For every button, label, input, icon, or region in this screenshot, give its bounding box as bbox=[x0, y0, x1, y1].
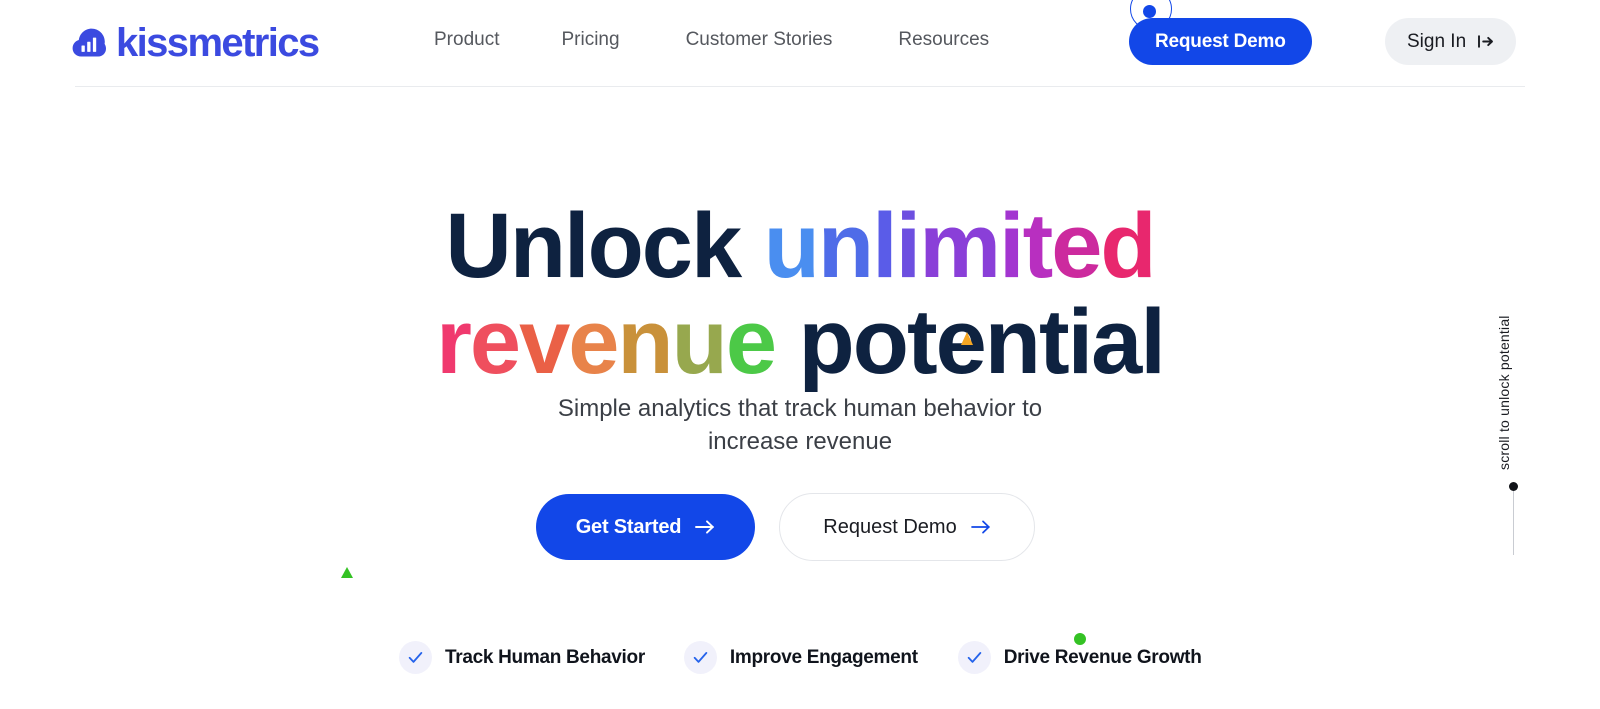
scroll-hint-label: scroll to unlock potential bbox=[1496, 315, 1512, 470]
page-title: Unlock unlimited revenue potential bbox=[0, 198, 1600, 390]
headline-char: i bbox=[1067, 291, 1094, 393]
feature-highlights: Track Human Behavior Improve Engagement … bbox=[399, 641, 1202, 674]
nav-item-customer-stories[interactable]: Customer Stories bbox=[686, 29, 833, 51]
hero-request-demo-label: Request Demo bbox=[823, 515, 957, 538]
subheading-line-1: Simple analytics that track human behavi… bbox=[557, 395, 1043, 422]
headline-char: e bbox=[1051, 195, 1102, 297]
headline-char: U bbox=[445, 195, 511, 297]
headline-char: l bbox=[1140, 291, 1166, 393]
headline-char: e bbox=[469, 291, 521, 393]
headline-char: i bbox=[999, 195, 1025, 297]
headline-char: i bbox=[895, 195, 922, 297]
nav-item-resources[interactable]: Resources bbox=[898, 29, 989, 51]
scroll-hint-line bbox=[1513, 491, 1514, 555]
hero-request-demo-button[interactable]: Request Demo bbox=[779, 493, 1035, 561]
headline-char: n bbox=[509, 195, 566, 297]
orange-triangle-decoration bbox=[961, 332, 973, 345]
arrow-right-icon bbox=[970, 519, 991, 535]
headline-char: r bbox=[436, 291, 472, 393]
headline-char: l bbox=[872, 195, 898, 297]
headline-char: o bbox=[587, 195, 644, 297]
headline-char: m bbox=[919, 195, 1001, 297]
cta-button-row: Get Started Request Demo bbox=[536, 493, 1035, 561]
headline-char: a bbox=[1091, 291, 1142, 393]
headline-char: v bbox=[519, 291, 570, 393]
nav-item-pricing[interactable]: Pricing bbox=[561, 29, 619, 51]
headline-char: p bbox=[798, 291, 855, 393]
brand-name: kissmetrics bbox=[116, 21, 320, 65]
sign-in-button[interactable]: Sign In bbox=[1385, 18, 1517, 65]
check-icon bbox=[399, 641, 432, 674]
landing-page: kissmetrics Product Pricing Customer Sto… bbox=[0, 0, 1600, 709]
green-triangle-decoration bbox=[341, 567, 353, 578]
headline-char: c bbox=[641, 195, 693, 297]
feature-label: Improve Engagement bbox=[729, 646, 918, 668]
headline-char: k bbox=[690, 195, 742, 297]
arrow-right-icon bbox=[695, 519, 715, 535]
headline-char: u bbox=[763, 195, 820, 297]
site-header: kissmetrics Product Pricing Customer Sto… bbox=[0, 0, 1600, 87]
header-divider bbox=[75, 86, 1525, 87]
headline-char bbox=[775, 291, 799, 393]
headline-char bbox=[740, 195, 764, 297]
header-request-demo-button[interactable]: Request Demo bbox=[1129, 18, 1312, 65]
main-navigation: Product Pricing Customer Stories Resourc… bbox=[434, 29, 989, 51]
headline-char: l bbox=[564, 195, 590, 297]
headline-char: u bbox=[671, 291, 728, 393]
headline-char: n bbox=[984, 291, 1041, 393]
get-started-button[interactable]: Get Started bbox=[536, 494, 755, 560]
headline-char: d bbox=[1100, 195, 1156, 297]
scroll-hint-dot bbox=[1509, 482, 1518, 491]
scroll-hint: scroll to unlock potential bbox=[1496, 285, 1536, 560]
nav-item-product[interactable]: Product bbox=[434, 29, 499, 51]
check-icon bbox=[683, 641, 717, 674]
headline-char: e bbox=[725, 291, 777, 393]
get-started-label: Get Started bbox=[575, 515, 682, 538]
headline-line-2: revenue potential bbox=[0, 294, 1600, 390]
headline-char: t bbox=[1038, 291, 1070, 393]
headline-char: t bbox=[906, 291, 938, 393]
headline-char: n bbox=[817, 195, 874, 297]
feature-label: Track Human Behavior bbox=[445, 646, 645, 668]
orbit-dot-decoration bbox=[1143, 5, 1156, 18]
check-icon bbox=[957, 641, 991, 674]
headline-char: n bbox=[617, 291, 673, 393]
feature-item-improve-engagement: Improve Engagement bbox=[683, 641, 918, 674]
headline-line-1: Unlock unlimited bbox=[0, 198, 1600, 294]
brand-logo[interactable]: kissmetrics bbox=[72, 20, 320, 66]
feature-label: Drive Revenue Growth bbox=[1003, 646, 1202, 668]
feature-item-drive-revenue-growth: Drive Revenue Growth bbox=[957, 641, 1202, 674]
subheading-line-2: increase revenue bbox=[707, 428, 893, 455]
feature-item-track-human-behavior: Track Human Behavior bbox=[399, 641, 645, 674]
headline-char: e bbox=[568, 291, 619, 393]
headline-char: o bbox=[852, 291, 909, 393]
headline-char: t bbox=[1022, 195, 1054, 297]
cloud-bar-chart-icon bbox=[72, 26, 106, 60]
sign-in-arrow-icon bbox=[1477, 33, 1494, 50]
sign-in-label: Sign In bbox=[1407, 30, 1467, 52]
hero-subheading: Simple analytics that track human behavi… bbox=[0, 392, 1600, 458]
